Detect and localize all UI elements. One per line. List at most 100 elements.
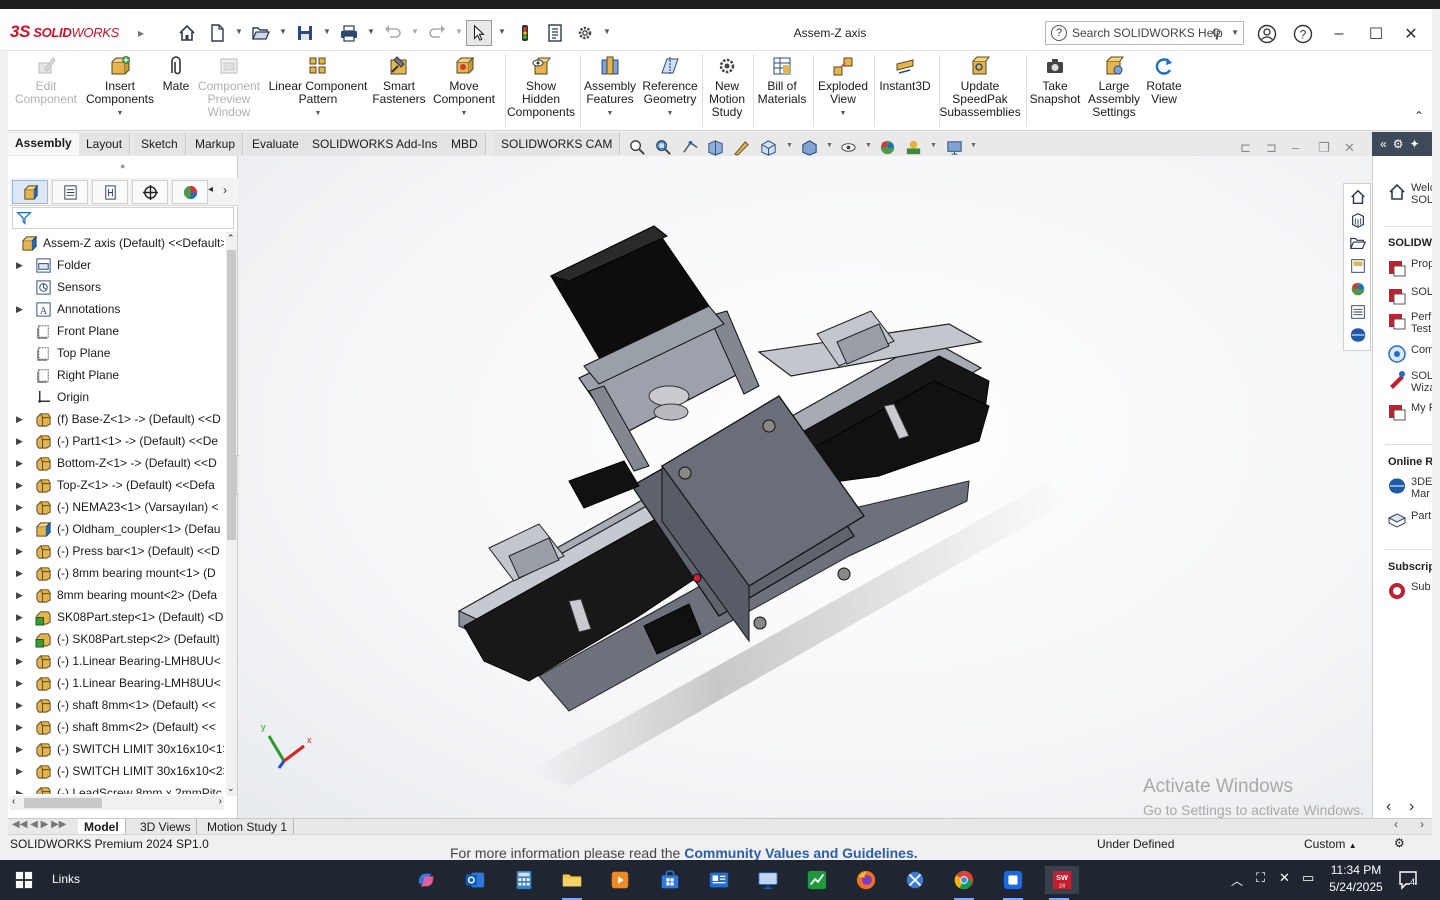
smart-fasteners-button[interactable]: Smart Fasteners [372,55,426,106]
display-style-dropdown-icon[interactable]: ▼ [826,142,833,149]
task-pane-back-icon[interactable]: ‹ [1386,798,1391,816]
expand-arrow-icon[interactable]: ▶ [16,766,26,777]
tree-filter-input[interactable] [12,207,234,229]
tree-item[interactable]: ▶ (-) 1.Linear Bearing-LMH8UU< [8,672,224,694]
apply-scene-dropdown-icon[interactable]: ▼ [930,142,937,149]
expand-arrow-icon[interactable]: ▶ [16,634,26,645]
tree-horizontal-scrollbar[interactable]: ‹ › [10,796,224,810]
exploded-view-dropdown-icon[interactable]: ▼ [840,107,847,120]
maximize-icon[interactable]: ☐ [1365,23,1387,45]
design-library-icon[interactable] [1347,209,1369,231]
scroll-up-icon[interactable]: ⌃ [227,233,235,244]
expand-arrow-icon[interactable]: ▶ [16,414,26,425]
collapse-ribbon-icon[interactable]: ⌃ [1414,109,1424,123]
propertymanager-tab-icon[interactable] [52,180,88,204]
mate-button[interactable]: Mate [158,55,194,93]
close-icon[interactable]: ✕ [1400,23,1422,45]
search-dropdown-icon[interactable]: ▼ [1231,28,1239,37]
expand-arrow-icon[interactable]: ▶ [16,568,26,579]
search-icon[interactable]: ⚲ [1211,26,1221,42]
tree-item[interactable]: Sensors [8,276,224,298]
expand-arrow-icon[interactable]: ▶ [16,788,26,795]
redo-icon[interactable] [425,21,449,45]
tab-mbd[interactable]: MBD [444,133,486,155]
custom-properties-icon[interactable] [1347,301,1369,323]
viewport-scroll-right-icon[interactable]: › [1420,817,1424,831]
expand-arrow-icon[interactable]: ▶ [16,546,26,557]
remote-desktop-icon[interactable] [754,866,782,894]
my-products-item[interactable]: My F [1387,402,1432,422]
tree-item[interactable]: ▶ Folder [8,254,224,276]
news-icon[interactable] [705,866,733,894]
user-account-icon[interactable] [1256,23,1278,45]
tray-overflow-icon[interactable]: ︿ [1231,872,1243,889]
tab-addins[interactable]: SOLIDWORKS Add-Ins [305,133,446,155]
hide-show-dropdown-icon[interactable]: ▼ [865,142,872,149]
featuremanager-tab-icon[interactable] [12,180,48,204]
expand-arrow-icon[interactable]: ▶ [16,612,26,623]
previous-view-icon[interactable] [680,137,700,157]
linear-pattern-dropdown-icon[interactable]: ▼ [315,107,322,120]
tree-item[interactable]: ▶ A Annotations [8,298,224,320]
expand-arrow-icon[interactable]: ▶ [16,744,26,755]
wizard-item[interactable]: SOL Wiza [1387,370,1432,394]
doc-minimize-icon[interactable]: – [1292,140,1299,155]
community-guidelines-link[interactable]: Community Values and Guidelines. [684,847,917,860]
task-pane-pin-icon[interactable]: ✦ [1409,137,1419,151]
clock[interactable]: 11:34 PM 5/24/2025 [1328,863,1384,894]
large-assembly-settings-button[interactable]: Large Assembly Settings [1086,55,1142,119]
new-dropdown-icon[interactable]: ▼ [235,27,243,36]
rebuild-icon[interactable] [513,21,537,45]
microsoft-store-icon[interactable] [656,866,684,894]
options-icon[interactable] [573,21,597,45]
help-search-input[interactable]: ? Search SOLIDWORKS Help ⚲ ▼ [1045,21,1244,45]
expand-arrow-icon[interactable]: ▶ [16,722,26,733]
volume-muted-icon[interactable]: ✕ [1279,870,1290,886]
undo-icon[interactable] [381,21,405,45]
move-component-dropdown-icon[interactable]: ▼ [461,107,468,120]
appearances-icon[interactable] [1347,278,1369,300]
doc-maximize-icon[interactable]: ❐ [1318,140,1330,156]
open-dropdown-icon[interactable]: ▼ [279,27,287,36]
tab-3d-views[interactable]: 3D Views [134,819,198,834]
tree-item[interactable]: ▶ (-) shaft 8mm<2> (Default) << [8,716,224,738]
tree-item[interactable]: Top Plane [8,342,224,364]
select-icon[interactable] [466,20,492,46]
tab-model[interactable]: Model [78,819,126,834]
properties-item[interactable]: Prop [1387,258,1432,278]
minimize-icon[interactable]: – [1328,23,1350,45]
tree-item[interactable]: Front Plane [8,320,224,342]
instant3d-button[interactable]: Instant3D [876,55,934,93]
edit-component-button[interactable]: Edit Component [14,55,78,106]
component-preview-window-button[interactable]: Component Preview Window [196,55,262,119]
copilot-icon[interactable] [412,866,440,894]
tree-item[interactable]: ▶ (-) SWITCH LIMIT 30x16x10<2> [8,760,224,782]
dimxpertmanager-tab-icon[interactable] [132,180,168,204]
tab-cam[interactable]: SOLIDWORKS CAM [494,133,621,155]
outlook-icon[interactable] [461,866,489,894]
hide-show-items-icon[interactable] [838,137,858,157]
solidworks-rx-item[interactable]: SOL [1387,286,1432,306]
windows-start-icon[interactable] [10,866,38,894]
snip-tool-icon[interactable] [901,866,929,894]
tabs-scroll-left-icon[interactable]: ◂ [208,184,213,195]
assembly-features-button[interactable]: Assembly Features ▼ [582,55,638,120]
help-question-icon[interactable]: ? [1292,23,1314,45]
tab-sketch[interactable]: Sketch [134,133,186,155]
tree-item[interactable]: ▶ (-) shaft 8mm<1> (Default) << [8,694,224,716]
new-document-icon[interactable] [205,21,229,45]
stock-chart-icon[interactable] [803,866,831,894]
assembly-model[interactable]: y x [239,156,1372,818]
tree-item[interactable]: ▶ 8mm bearing mount<2> (Defa [8,584,224,606]
tab-layout[interactable]: Layout [79,133,131,155]
solidworks-taskbar-icon[interactable]: SW 24 [1045,866,1079,900]
insert-components-dropdown-icon[interactable]: ▼ [117,107,124,120]
scroll-right-icon[interactable]: › [219,796,222,807]
unit-system-button[interactable]: Custom ▲ [1304,837,1357,851]
expand-arrow-icon[interactable]: ▶ [16,656,26,667]
tree-item[interactable]: ▶ (-) Oldham_coupler<1> (Defau [8,518,224,540]
remote-app-icon[interactable] [999,866,1027,900]
task-pane-options-icon[interactable]: ⚙ [1393,137,1404,151]
notification-center-icon[interactable]: 4 [1398,870,1420,890]
new-motion-study-button[interactable]: New Motion Study [706,55,748,119]
